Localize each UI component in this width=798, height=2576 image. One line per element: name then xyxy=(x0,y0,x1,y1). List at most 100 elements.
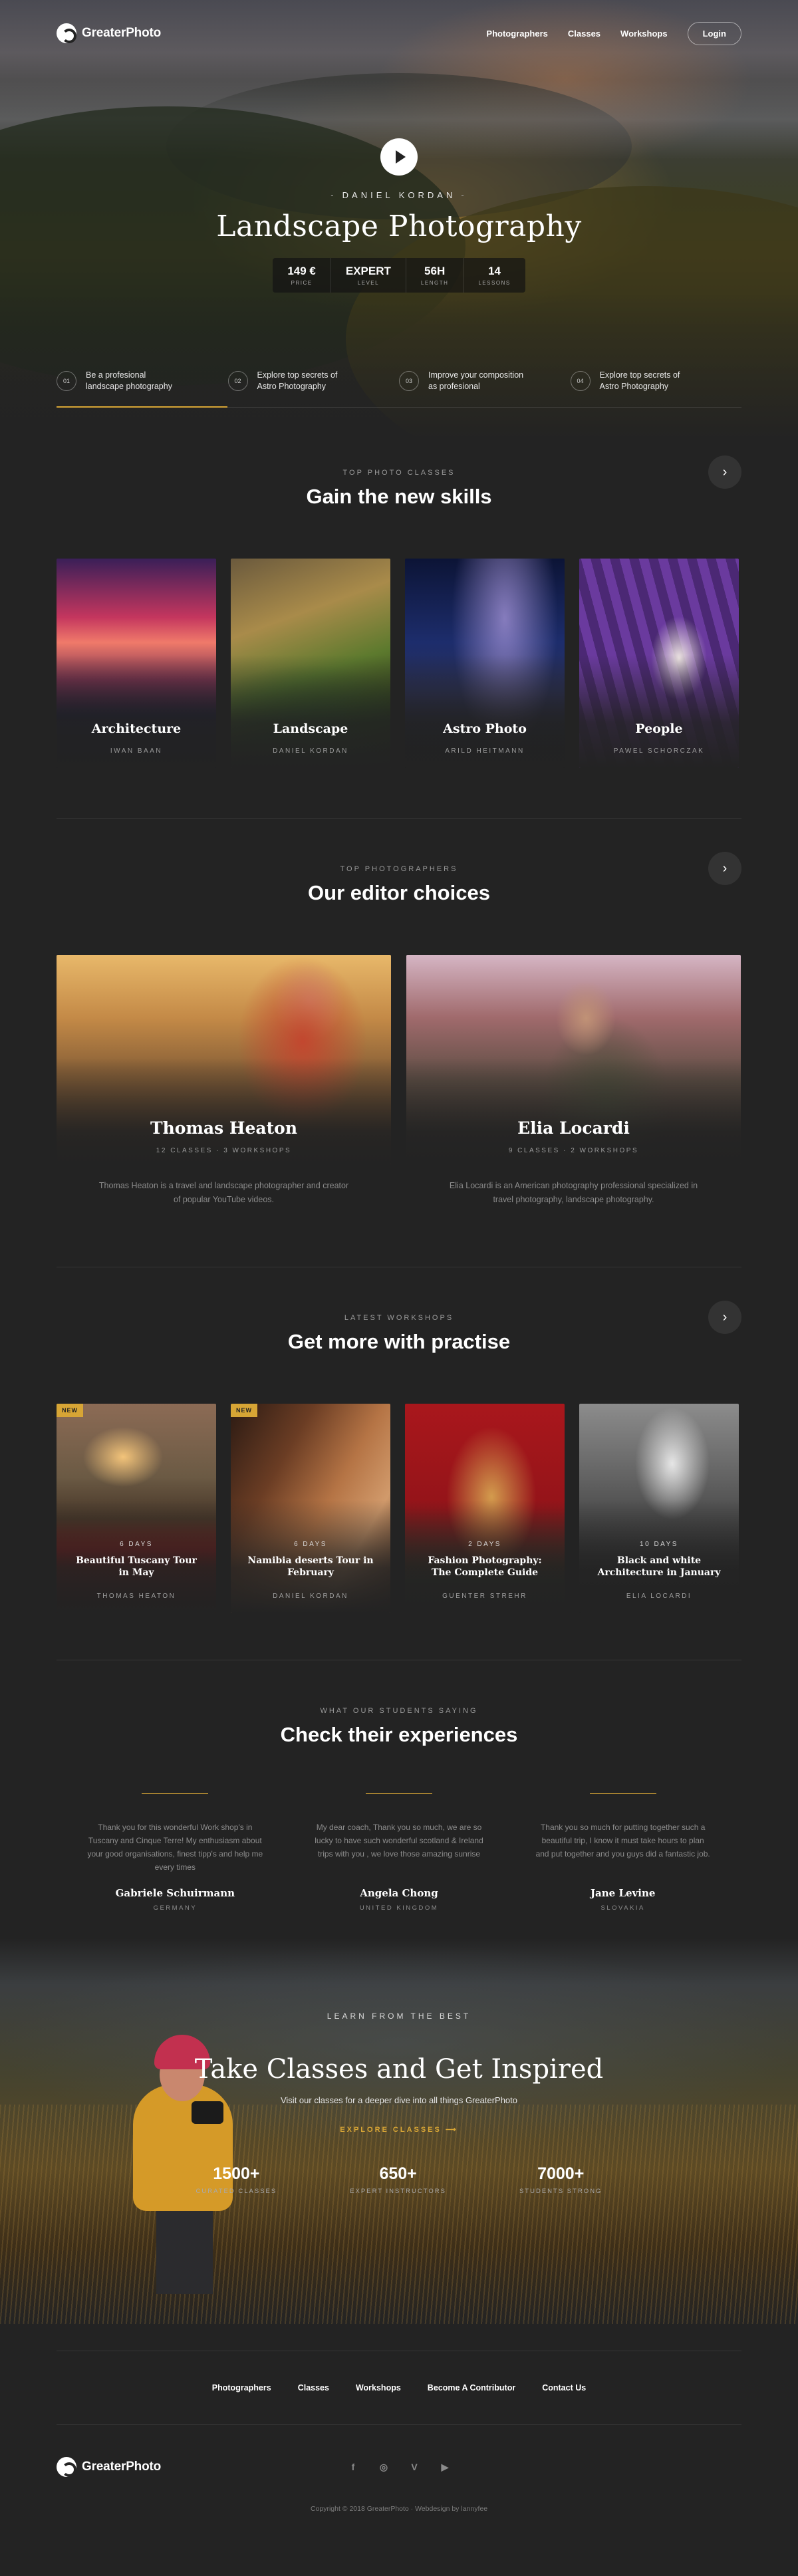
class-card[interactable]: People PAWEL SCHORCZAK xyxy=(579,559,739,768)
editor-cards: Thomas Heaton 12 CLASSES · 3 WORKSHOPS T… xyxy=(57,955,741,1207)
youtube-icon[interactable]: ▶ xyxy=(438,2460,452,2474)
editor-description: Elia Locardi is an American photography … xyxy=(449,1181,698,1204)
class-author: DANIEL KORDAN xyxy=(273,747,348,755)
footer-link-classes[interactable]: Classes xyxy=(298,2383,329,2392)
stat-price: 149 € PRICE xyxy=(273,258,331,293)
step-number: 01 xyxy=(57,371,76,391)
feature-text: Explore top secrets of Astro Photography xyxy=(257,370,338,391)
next-arrow-button[interactable]: › xyxy=(708,1301,741,1334)
aperture-icon xyxy=(57,23,76,43)
course-stats: 149 € PRICE EXPERT LEVEL 56H LENGTH 14 LESSO… xyxy=(273,258,525,293)
workshop-card[interactable]: NEW 6 DAYS Beautiful Tuscany Tour in May… xyxy=(57,1404,216,1613)
testimonial: Thank you so much for putting together s… xyxy=(531,1793,715,1912)
testimonial-country: SLOVAKIA xyxy=(600,1904,645,1912)
cta-subtitle: Visit our classes for a deeper dive into… xyxy=(280,2095,517,2105)
editor-card[interactable]: Thomas Heaton 12 CLASSES · 3 WORKSHOPS T… xyxy=(57,955,391,1207)
class-card[interactable]: Architecture IWAN BAAN xyxy=(57,559,216,768)
testimonial-quote: Thank you for this wonderful Work shop's… xyxy=(87,1823,263,1872)
testimonial-list: Thank you for this wonderful Work shop's… xyxy=(57,1793,741,1912)
section-title: Check their experiences xyxy=(280,1723,518,1746)
explore-classes-link[interactable]: EXPLORE CLASSES ⟶ xyxy=(0,2125,798,2134)
login-button[interactable]: Login xyxy=(687,21,741,45)
section-title: Gain the new skills xyxy=(306,485,492,508)
cta-numbers: 1500+ CURATED CLASSES 650+ EXPERT INSTRUCT… xyxy=(0,2164,798,2195)
chevron-right-icon: › xyxy=(722,1309,728,1325)
class-title: People xyxy=(635,721,683,736)
feature-tab-04[interactable]: 04 Explore top secrets of Astro Photogra… xyxy=(570,370,741,408)
feature-text: Be a profesional landscape photography xyxy=(86,370,172,391)
testimonial-country: GERMANY xyxy=(153,1904,198,1912)
class-author: IWAN BAAN xyxy=(110,747,163,755)
accent-line xyxy=(366,1793,432,1794)
editors-section: TOP PHOTOGRAPHERS Our editor choices › T… xyxy=(57,819,741,1267)
footer-link-contact[interactable]: Contact Us xyxy=(542,2383,586,2392)
instagram-icon[interactable]: ◎ xyxy=(376,2460,391,2474)
workshop-card[interactable]: 2 DAYS Fashion Photography: The Complete… xyxy=(405,1404,565,1613)
footer: Photographers Classes Workshops Become A… xyxy=(57,2351,741,2559)
brand-name: GreaterPhoto xyxy=(82,26,162,40)
footer-link-workshops[interactable]: Workshops xyxy=(356,2383,401,2392)
feature-text: Improve your composition as profesional xyxy=(428,370,524,391)
brand-logo[interactable]: GreaterPhoto xyxy=(57,23,161,43)
footer-link-photographers[interactable]: Photographers xyxy=(212,2383,271,2392)
testimonial-name: Jane Levine xyxy=(590,1887,656,1899)
vimeo-icon[interactable]: V xyxy=(407,2460,422,2474)
footer-link-contributor[interactable]: Become A Contributor xyxy=(428,2383,515,2392)
workshop-author: GUENTER STREHR xyxy=(442,1593,527,1600)
workshop-author: ELIA LOCARDI xyxy=(626,1593,692,1600)
new-badge: NEW xyxy=(57,1404,83,1417)
testimonial-country: UNITED KINGDOM xyxy=(359,1904,439,1912)
stat-lessons: 14 LESSONS xyxy=(478,265,511,286)
section-title: Our editor choices xyxy=(308,881,490,904)
chevron-right-icon: › xyxy=(722,860,728,876)
workshop-days: 2 DAYS xyxy=(468,1541,501,1548)
testimonial-quote: My dear coach, Thank you so much, we are… xyxy=(315,1823,483,1859)
cta-banner: LEARN FROM THE BEST Take Classes and Get… xyxy=(0,1938,798,2324)
stat-level: EXPERT LEVEL xyxy=(331,258,406,293)
arrow-right-icon: ⟶ xyxy=(445,2126,458,2134)
next-arrow-button[interactable]: › xyxy=(708,455,741,489)
step-number: 02 xyxy=(227,371,248,391)
section-title: Get more with practise xyxy=(287,1330,511,1353)
nav-workshops[interactable]: Workshops xyxy=(620,29,668,39)
top-nav: GreaterPhoto Photographers Classes Works… xyxy=(57,20,741,47)
testimonial-name: Gabriele Schuirmann xyxy=(115,1887,235,1899)
nav-classes[interactable]: Classes xyxy=(568,29,600,39)
stat-length: 56H LENGTH xyxy=(406,258,464,293)
class-author: PAWEL SCHORCZAK xyxy=(613,747,705,755)
class-card[interactable]: Astro Photo ARILD HEITMANN xyxy=(405,559,565,768)
editor-name: Elia Locardi xyxy=(517,1118,630,1138)
editor-photo: Thomas Heaton 12 CLASSES · 3 WORKSHOPS xyxy=(57,955,391,1164)
hero-title: Landscape Photography xyxy=(216,209,582,243)
hero: GreaterPhoto Photographers Classes Works… xyxy=(0,0,798,439)
workshop-card[interactable]: 10 DAYS Black and white Architecture in … xyxy=(579,1404,739,1613)
feature-tab-03[interactable]: 03 Improve your composition as profesion… xyxy=(399,370,571,408)
section-eyebrow: TOP PHOTO CLASSES xyxy=(342,469,456,477)
cta-eyebrow: LEARN FROM THE BEST xyxy=(327,2011,471,2021)
feature-tab-01[interactable]: 01 Be a profesional landscape photograph… xyxy=(57,370,228,408)
editor-photo: Elia Locardi 9 CLASSES · 2 WORKSHOPS xyxy=(406,955,741,1164)
editor-meta: 9 CLASSES · 2 WORKSHOPS xyxy=(508,1147,639,1154)
testimonial: My dear coach, Thank you so much, we are… xyxy=(307,1793,491,1912)
class-card[interactable]: Landscape DANIEL KORDAN xyxy=(231,559,390,768)
nav-photographers[interactable]: Photographers xyxy=(486,29,547,39)
workshop-card[interactable]: NEW 6 DAYS Namibia deserts Tour in Febru… xyxy=(231,1404,390,1613)
workshop-days: 10 DAYS xyxy=(640,1541,678,1548)
testimonial-quote: Thank you so much for putting together s… xyxy=(535,1823,710,1859)
accent-line xyxy=(142,1793,209,1794)
workshop-title: Namibia deserts Tour in February xyxy=(247,1555,374,1578)
editor-name: Thomas Heaton xyxy=(150,1118,297,1138)
next-arrow-button[interactable]: › xyxy=(708,852,741,885)
feature-tab-02[interactable]: 02 Explore top secrets of Astro Photogra… xyxy=(227,370,399,408)
class-title: Landscape xyxy=(273,721,348,736)
step-number: 04 xyxy=(570,371,591,391)
section-eyebrow: LATEST WORKSHOPS xyxy=(344,1314,454,1322)
testimonials-section: WHAT OUR STUDENTS SAYING Check their exp… xyxy=(57,1660,741,1912)
cta-number: 650+ EXPERT INSTRUCTORS xyxy=(350,2164,446,2195)
editor-card[interactable]: Elia Locardi 9 CLASSES · 2 WORKSHOPS Eli… xyxy=(406,955,741,1207)
facebook-icon[interactable]: f xyxy=(346,2460,360,2474)
play-video-button[interactable] xyxy=(380,138,418,176)
workshop-cards: NEW 6 DAYS Beautiful Tuscany Tour in May… xyxy=(57,1404,741,1613)
feature-tabs: 01 Be a profesional landscape photograph… xyxy=(57,370,741,408)
accent-line xyxy=(589,1793,656,1794)
